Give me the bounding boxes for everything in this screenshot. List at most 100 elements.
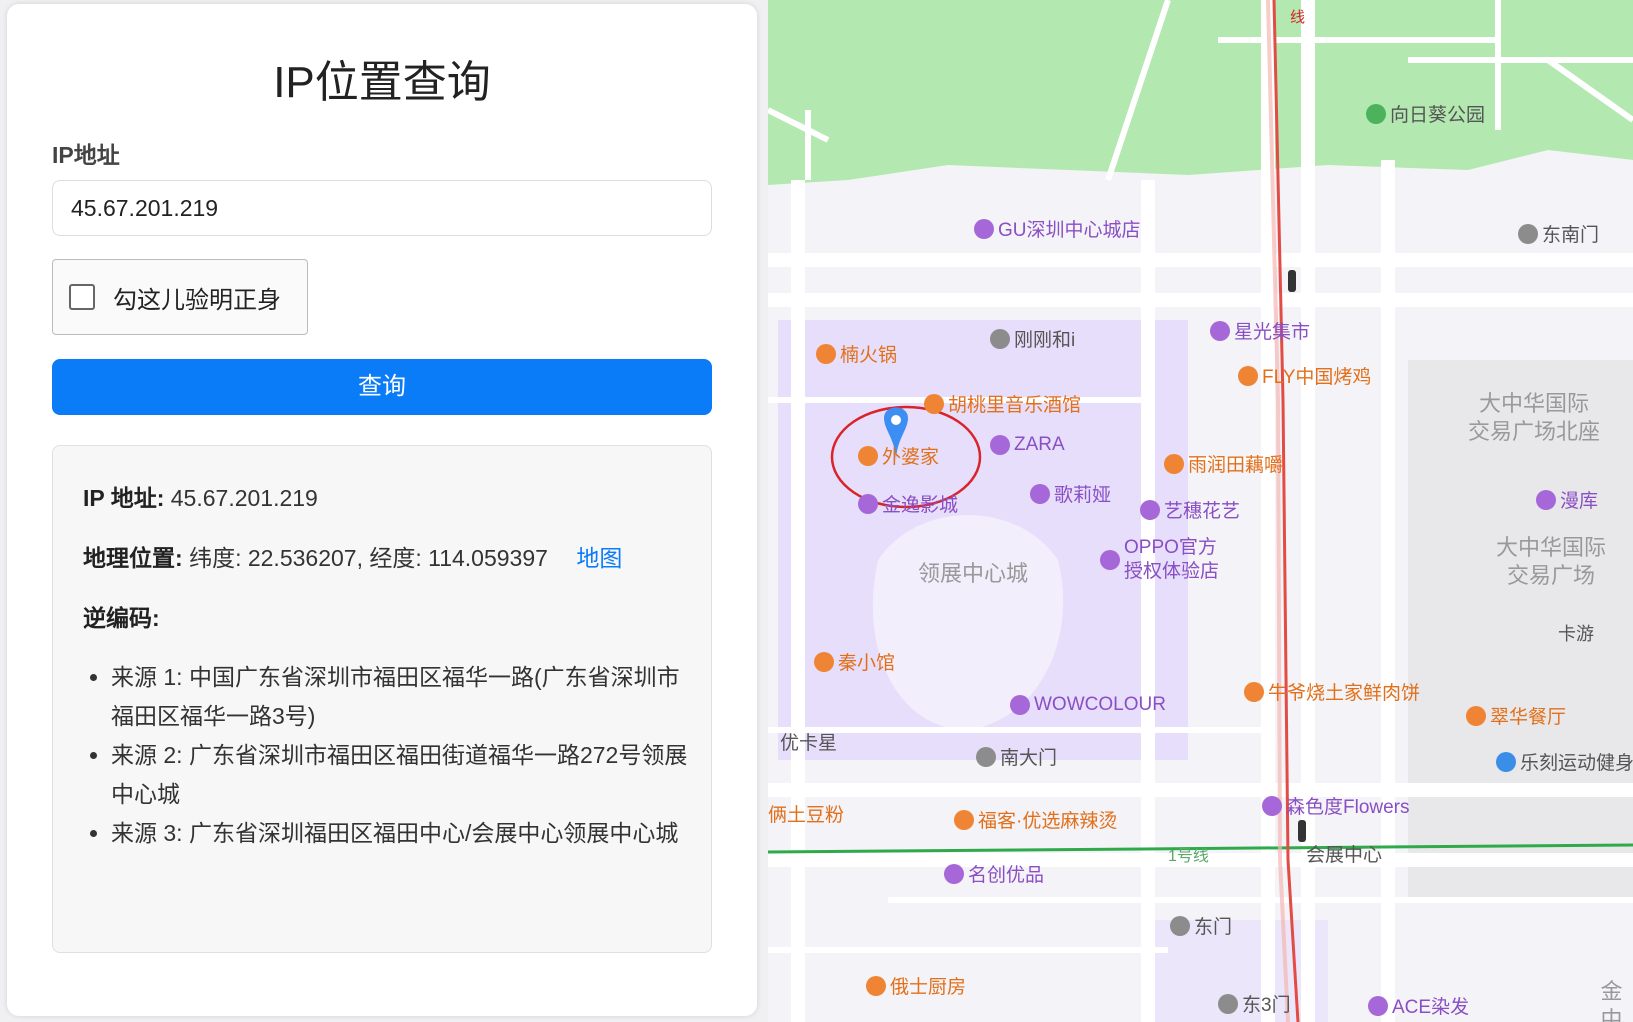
poi-qinxiaoguan[interactable]: 秦小馆 xyxy=(814,648,895,675)
cinema-icon xyxy=(858,493,878,514)
poi-label: 雨润田藕嚼 xyxy=(1188,455,1284,476)
poi-label: 福客·优选麻辣烫 xyxy=(978,811,1118,832)
ip-result-value: 45.67.201.219 xyxy=(170,485,318,511)
shop-icon xyxy=(944,863,964,884)
restaurant-icon xyxy=(858,445,878,466)
ip-result-row: IP 地址: 45.67.201.219 xyxy=(83,479,318,513)
poi-oppo[interactable]: OPPO官方 授权体验店 xyxy=(1100,536,1219,584)
poi-nanhuo[interactable]: 楠火锅 xyxy=(816,340,897,367)
poi-ace[interactable]: ACE染发 xyxy=(1368,992,1469,1019)
poi-label: 胡桃里音乐酒馆 xyxy=(948,395,1082,416)
poi-jinyi[interactable]: 金逸影城 xyxy=(858,490,958,517)
shop-icon xyxy=(1140,499,1160,520)
park-area xyxy=(768,0,1633,185)
poi-nandamen[interactable]: 南大门 xyxy=(976,743,1057,770)
restaurant-icon xyxy=(816,343,836,364)
list-item: 来源 2: 广东省深圳市福田区福田街道福华一路272号领展中心城 xyxy=(111,736,691,814)
poi-manku[interactable]: 漫库 xyxy=(1536,486,1598,513)
poi-wowcolour[interactable]: WOWCOLOUR xyxy=(1010,694,1166,716)
poi-dongmen[interactable]: 东门 xyxy=(1170,912,1232,939)
poi-cuihua[interactable]: 翠华餐厅 xyxy=(1466,702,1566,729)
poi-hutao[interactable]: 胡桃里音乐酒馆 xyxy=(924,390,1081,417)
captcha-checkbox[interactable] xyxy=(69,284,95,310)
restaurant-icon xyxy=(866,975,886,996)
gym-icon xyxy=(1496,751,1516,772)
list-item: 来源 1: 中国广东省深圳市福田区福华一路(广东省深圳市福田区福华一路3号) xyxy=(111,658,691,736)
poi-yurun[interactable]: 雨润田藕嚼 xyxy=(1164,450,1283,477)
poi-waipo[interactable]: 外婆家 xyxy=(858,442,939,469)
poi-label: 东南门 xyxy=(1542,225,1600,246)
building-label: 大中华国际 交易广场北座 xyxy=(1468,390,1600,446)
captcha-box[interactable]: 勾这儿验明正身 xyxy=(52,259,308,335)
shop-icon xyxy=(1100,550,1120,570)
poi-label: 乐刻运动健身 xyxy=(1520,753,1633,774)
geo-result-value: 纬度: 22.536207, 经度: 114.059397 xyxy=(189,545,548,571)
building-label-line: 交易广场 xyxy=(1507,563,1596,588)
poi-label: 歌莉娅 xyxy=(1054,485,1112,506)
poi-fuke[interactable]: 福客·优选麻辣烫 xyxy=(954,806,1117,833)
poi-niuye[interactable]: 牛爷烧土家鲜肉饼 xyxy=(1244,678,1420,705)
shop-icon xyxy=(990,435,1010,455)
restaurant-icon xyxy=(1164,453,1184,474)
poi-dong3men[interactable]: 东3门 xyxy=(1218,990,1291,1017)
poi-huizhan[interactable]: 会展中心 xyxy=(1306,840,1382,867)
store-icon xyxy=(990,328,1010,349)
poi-gelia[interactable]: 歌莉娅 xyxy=(1030,480,1111,507)
poi-label: 东3门 xyxy=(1242,995,1291,1016)
poi-label: 金逸影城 xyxy=(882,495,959,516)
shop-icon xyxy=(1030,483,1050,504)
poi-label: ACE染发 xyxy=(1392,997,1470,1018)
poi-label: FLY中国烤鸡 xyxy=(1262,367,1372,388)
poi-label: 东门 xyxy=(1194,917,1233,938)
poi-label: 名创优品 xyxy=(968,865,1045,886)
result-box: IP 地址: 45.67.201.219 地理位置: 纬度: 22.536207… xyxy=(52,445,712,953)
poi-label: 刚刚和i xyxy=(1014,330,1076,351)
poi-label: OPPO官方 授权体验店 xyxy=(1124,536,1219,584)
restaurant-icon xyxy=(954,809,974,830)
reverse-geocode-list: 来源 1: 中国广东省深圳市福田区福华一路(广东省深圳市福田区福华一路3号) 来… xyxy=(83,658,691,853)
captcha-label: 勾这儿验明正身 xyxy=(113,286,281,314)
poi-liangtudoufen[interactable]: 俩土豆粉 xyxy=(768,800,844,827)
shop-icon xyxy=(1368,995,1388,1016)
poi-youkaxing[interactable]: 优卡星 xyxy=(780,728,837,755)
poi-xingguang[interactable]: 星光集市 xyxy=(1210,317,1310,344)
ip-label: IP地址 xyxy=(52,142,120,168)
metro-line-label: 1号线 xyxy=(1168,848,1209,865)
map-view[interactable]: 向日葵公园 GU深圳中心城店 东南门 刚刚和i 星光集市 楠火锅 FLY中国烤鸡… xyxy=(768,0,1633,1022)
poi-label: 会展中心 xyxy=(1306,845,1383,866)
building-label: 金中 xyxy=(1600,979,1623,1022)
poi-gu[interactable]: GU深圳中心城店 xyxy=(974,215,1141,242)
road-label: 线 xyxy=(1290,9,1306,26)
poi-park[interactable]: 向日葵公园 xyxy=(1366,100,1485,127)
poi-mingchuang[interactable]: 名创优品 xyxy=(944,860,1044,887)
poi-yisui[interactable]: 艺穗花艺 xyxy=(1140,496,1240,523)
ip-input[interactable] xyxy=(52,180,712,236)
building-label-line: 大中华国际 xyxy=(1496,535,1607,560)
poi-zara[interactable]: ZARA xyxy=(990,434,1065,456)
poi-label: 牛爷烧土家鲜肉饼 xyxy=(1268,683,1421,704)
mall-label: 领展中心城 xyxy=(918,561,1029,586)
map-link[interactable]: 地图 xyxy=(576,545,622,571)
poi-label: 向日葵公园 xyxy=(1390,105,1486,126)
poi-eshi[interactable]: 俄士厨房 xyxy=(866,972,966,999)
poi-gangganghe[interactable]: 刚刚和i xyxy=(990,325,1075,352)
entrance-icon xyxy=(976,746,996,767)
poi-leke[interactable]: 乐刻运动健身 xyxy=(1496,748,1633,775)
poi-kayou[interactable]: 卡游 xyxy=(1558,620,1594,646)
entrance-icon xyxy=(1170,915,1190,936)
query-button[interactable]: 查询 xyxy=(52,359,712,415)
poi-label: 外婆家 xyxy=(882,447,940,468)
shop-icon xyxy=(1010,695,1030,715)
entrance-icon xyxy=(1518,223,1538,244)
poi-label: 卡游 xyxy=(1558,624,1594,644)
restaurant-icon xyxy=(924,393,944,414)
building-label-line: 大中华国际 xyxy=(1479,391,1590,416)
shop-icon xyxy=(974,218,994,239)
poi-senshe[interactable]: 森色度Flowers xyxy=(1262,792,1410,819)
ip-result-key: IP 地址: xyxy=(83,485,165,511)
poi-label: ZARA xyxy=(1014,434,1065,455)
poi-label: 翠华餐厅 xyxy=(1490,707,1567,728)
poi-dongnanmen[interactable]: 东南门 xyxy=(1518,220,1599,247)
poi-fly[interactable]: FLY中国烤鸡 xyxy=(1238,362,1371,389)
building-label: 大中华国际 交易广场 xyxy=(1496,534,1606,590)
